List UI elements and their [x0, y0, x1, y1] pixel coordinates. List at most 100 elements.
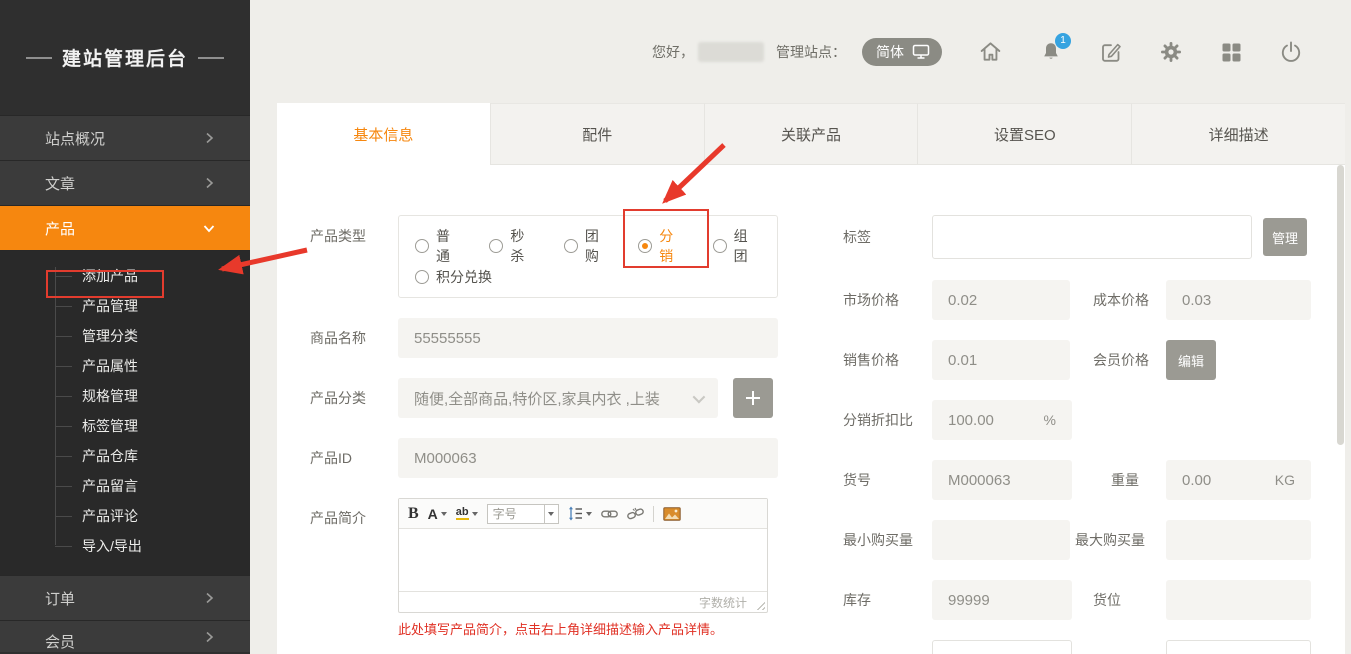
chevron-right-icon [203, 592, 215, 604]
sidebar-item-label: 文章 [45, 173, 75, 194]
sidebar-item-products[interactable]: 产品 [0, 205, 250, 250]
location-input[interactable] [1166, 580, 1311, 620]
tab-bar: 基本信息 配件 关联产品 设置SEO 详细描述 [277, 103, 1345, 165]
submenu-item-product-attributes[interactable]: 产品属性 [0, 351, 250, 381]
tab-accessories[interactable]: 配件 [490, 103, 704, 165]
vertical-scrollbar[interactable] [1337, 165, 1344, 445]
sidebar-item-articles[interactable]: 文章 [0, 160, 250, 205]
line-height-button[interactable] [568, 506, 592, 521]
radio-label: 团购 [585, 226, 612, 266]
resize-grip[interactable] [754, 599, 765, 610]
weight-input[interactable]: 0.00 KG [1166, 460, 1311, 500]
member-price-edit-button[interactable]: 编辑 [1166, 340, 1216, 380]
sale-price-label: 销售价格 [843, 350, 899, 370]
submenu-item-label: 标签管理 [82, 416, 138, 436]
language-button[interactable]: 简体 [862, 38, 942, 66]
sidebar-item-members[interactable]: 会员 [0, 620, 250, 652]
radio-flash-sale[interactable]: 秒杀 [489, 226, 537, 266]
product-category-label: 产品分类 [310, 388, 366, 408]
submenu-item-product-warehouse[interactable]: 产品仓库 [0, 441, 250, 471]
radio-icon [415, 239, 429, 253]
monitor-icon [912, 44, 930, 60]
tab-related-products[interactable]: 关联产品 [704, 103, 918, 165]
item-no-input[interactable] [932, 460, 1072, 500]
apps-button[interactable] [1219, 40, 1243, 64]
gear-icon [1159, 40, 1183, 64]
line-height-icon [568, 506, 583, 521]
submenu-item-add-product[interactable]: 添加产品 [0, 261, 250, 291]
extra-input-right[interactable] [1166, 640, 1311, 654]
chevron-down-icon [544, 505, 558, 523]
radio-group-buy[interactable]: 团购 [564, 226, 612, 266]
submenu-item-tag-management[interactable]: 标签管理 [0, 411, 250, 441]
product-id-label: 产品ID [310, 448, 352, 468]
settings-button[interactable] [1159, 40, 1183, 64]
radio-normal[interactable]: 普通 [415, 226, 463, 266]
submenu-item-label: 产品属性 [82, 356, 138, 376]
radio-icon [564, 239, 578, 253]
product-name-input[interactable] [398, 318, 778, 358]
tab-seo-settings[interactable]: 设置SEO [917, 103, 1131, 165]
redacted-username [698, 42, 764, 62]
topbar: 您好， 管理站点： 简体 1 [250, 0, 1351, 103]
product-id-input[interactable] [398, 438, 778, 478]
tag-input[interactable] [932, 215, 1252, 259]
submenu-item-label: 产品留言 [82, 476, 138, 496]
tab-detailed-description[interactable]: 详细描述 [1131, 103, 1345, 165]
stock-input[interactable] [932, 580, 1072, 620]
sidebar-item-orders[interactable]: 订单 [0, 575, 250, 620]
chevron-down-icon [586, 512, 592, 516]
submenu-item-product-management[interactable]: 产品管理 [0, 291, 250, 321]
chevron-down-icon [472, 512, 478, 516]
chevron-down-icon [203, 222, 215, 234]
image-icon[interactable] [663, 507, 681, 521]
rich-text-editor: B A ab 字号 [398, 498, 768, 613]
tag-manage-button[interactable]: 管理 [1263, 218, 1307, 256]
tag-label: 标签 [843, 227, 871, 247]
greeting-text: 您好， [652, 42, 694, 62]
manage-site-label: 管理站点： [776, 42, 846, 62]
weight-value: 0.00 [1182, 472, 1211, 489]
submenu-item-product-reviews[interactable]: 产品评论 [0, 501, 250, 531]
sidebar-item-site-overview[interactable]: 站点概况 [0, 115, 250, 160]
min-purchase-input[interactable] [932, 520, 1070, 560]
font-color-button[interactable]: A [428, 506, 447, 522]
link-icon[interactable] [601, 508, 618, 520]
submenu-item-spec-management[interactable]: 规格管理 [0, 381, 250, 411]
min-purchase-label: 最小购买量 [843, 530, 913, 550]
cost-price-input[interactable] [1166, 280, 1311, 320]
home-button[interactable] [978, 39, 1003, 64]
logout-button[interactable] [1279, 40, 1303, 64]
radio-team[interactable]: 组团 [713, 226, 761, 266]
submenu-item-category-management[interactable]: 管理分类 [0, 321, 250, 351]
sale-price-input[interactable] [932, 340, 1070, 380]
radio-points-exchange[interactable]: 积分兑换 [415, 267, 492, 287]
unlink-icon[interactable] [627, 507, 644, 521]
submenu-item-import-export[interactable]: 导入/导出 [0, 531, 250, 561]
submenu-item-product-messages[interactable]: 产品留言 [0, 471, 250, 501]
tab-basic-info[interactable]: 基本信息 [277, 103, 490, 165]
font-size-select[interactable]: 字号 [487, 504, 559, 524]
highlight-button[interactable]: ab [456, 507, 478, 520]
distribution-ratio-input[interactable]: 100.00 % [932, 400, 1072, 440]
editor-body[interactable] [399, 529, 767, 591]
item-no-label: 货号 [843, 470, 871, 490]
add-category-button[interactable] [733, 378, 773, 418]
sidebar-item-label: 订单 [45, 588, 75, 609]
radio-icon [415, 270, 429, 284]
submenu-item-label: 添加产品 [82, 266, 138, 286]
font-color-label: A [428, 506, 438, 522]
max-purchase-input[interactable] [1166, 520, 1311, 560]
radio-label: 分销 [659, 226, 686, 266]
extra-input-left[interactable] [932, 640, 1072, 654]
product-category-select[interactable]: 随便,全部商品,特价区,家具内衣 ,上装 [398, 378, 718, 418]
sidebar-item-label: 会员 [45, 631, 75, 652]
radio-distribution[interactable]: 分销 [638, 226, 686, 266]
market-price-input[interactable] [932, 280, 1070, 320]
percent-suffix: % [1044, 412, 1056, 428]
power-icon [1279, 40, 1303, 64]
edit-button[interactable] [1099, 40, 1123, 64]
bold-button[interactable]: B [408, 505, 419, 523]
notifications-button[interactable]: 1 [1039, 40, 1063, 64]
edit-icon [1099, 40, 1123, 64]
